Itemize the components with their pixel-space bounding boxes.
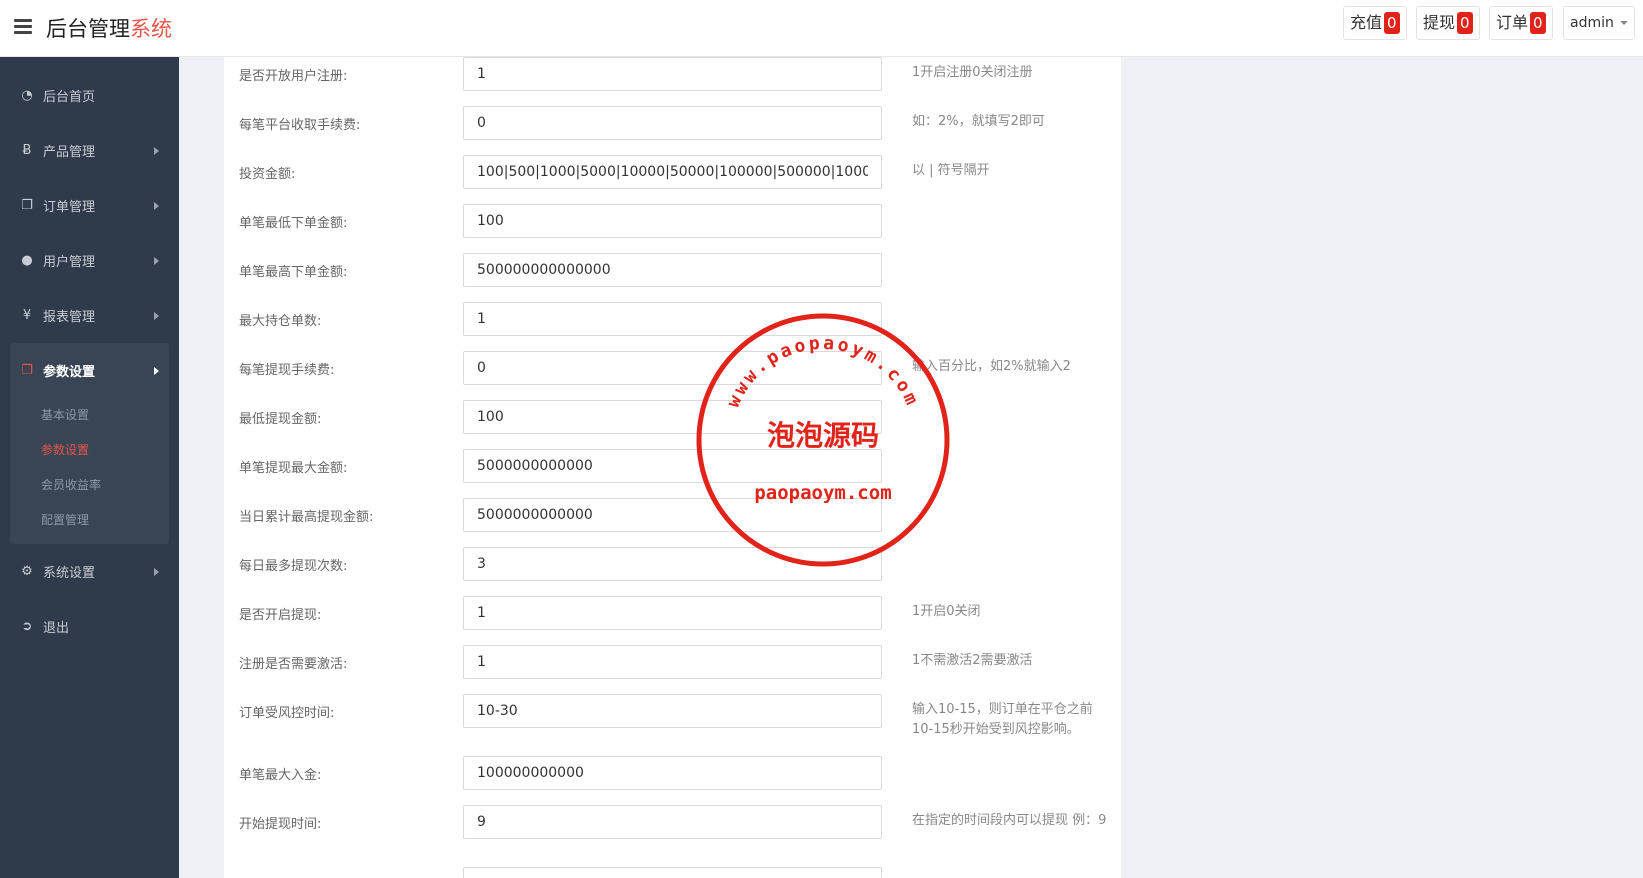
sidebar-item-users[interactable]: ● 用户管理 [0,233,179,288]
bitcoin-icon: Ƀ [22,143,32,158]
sidebar-item-logout[interactable]: ➲ 退出 [0,599,179,654]
sidebar-item-products[interactable]: Ƀ 产品管理 [0,123,179,178]
sidebar-subnav: 基本设置 参数设置 会员收益率 配置管理 [10,398,169,544]
sidebar-item-system[interactable]: ⚙ 系统设置 [0,544,179,599]
field-label: 订单受风控时间: [239,706,335,721]
sidebar-item-label: 订单管理 [43,200,96,215]
subnav-item-params[interactable]: 参数设置 [10,433,169,468]
field-label: 投资金额: [239,167,296,182]
field-label: 是否开放用户注册: [239,69,348,84]
sidebar-item-label: 参数设置 [43,365,96,380]
subnav-item-basic[interactable]: 基本设置 [10,398,169,433]
recharge-label: 充值 [1350,13,1383,32]
field-hint: 在指定的时间段内可以提现 例：9 [912,813,1107,828]
recharge-button[interactable]: 充值 0 [1343,6,1407,40]
field-input[interactable] [463,253,882,287]
field-label: 单笔最低下单金额: [239,216,348,231]
subnav-item-config[interactable]: 配置管理 [10,503,169,538]
field-hint: 以 | 符号隔开 [912,163,990,178]
field-hint: 输入百分比，如2%就输入2 [912,359,1071,374]
menu-toggle-icon[interactable] [14,19,32,35]
field-label: 注册是否需要激活: [239,657,348,672]
sidebar-item-orders[interactable]: ❐ 订单管理 [0,178,179,233]
field-input[interactable] [463,106,882,140]
field-input[interactable] [463,57,882,91]
field-input[interactable] [463,547,882,581]
field-label: 当日累计最高提现金额: [239,510,374,525]
field-hint: 如：2%，就填写2即可 [912,114,1045,129]
field-input[interactable] [463,694,882,728]
field-label: 最低提现金额: [239,412,322,427]
field-input[interactable] [463,302,882,336]
field-input[interactable] [463,596,882,630]
subnav-item-member-rate[interactable]: 会员收益率 [10,468,169,503]
field-label: 是否开启提现: [239,608,322,623]
copy-icon: ❐ [21,363,33,378]
field-input[interactable] [463,351,882,385]
top-header: 后台管理系统 充值 0 提现 0 订单 0 admin [0,0,1643,57]
chevron-right-icon [154,202,159,210]
chevron-right-icon [154,312,159,320]
sidebar-item-reports[interactable]: ¥ 报表管理 [0,288,179,343]
sidebar: ◔ 后台首页 Ƀ 产品管理 ❐ 订单管理 ● 用户管理 ¥ 报表管理 ❐ 参数设… [0,57,179,878]
sidebar-item-label: 报表管理 [43,310,96,325]
field-input[interactable] [463,498,882,532]
withdraw-label: 提现 [1423,13,1456,32]
field-hint: 1开启0关闭 [912,604,981,619]
gears-icon: ⚙ [21,564,33,579]
brand-title: 后台管理系统 [46,13,172,43]
field-input[interactable] [463,204,882,238]
field-hint: 输入10-15，则订单在平仓之前10-15秒开始受到风控影响。 [912,702,1093,737]
field-hint: 1不需激活2需要激活 [912,653,1033,668]
brand-accent: 系统 [130,17,172,41]
field-input[interactable] [463,867,882,878]
chevron-right-icon [154,568,159,576]
withdraw-button[interactable]: 提现 0 [1416,6,1480,40]
field-label: 每笔平台收取手续费: [239,118,361,133]
chevron-right-icon [154,147,159,155]
sidebar-item-label: 产品管理 [43,145,96,160]
field-input[interactable] [463,400,882,434]
sign-out-icon: ➲ [21,619,33,634]
field-label: 每日最多提现次数: [239,559,348,574]
sidebar-item-label: 系统设置 [43,566,96,581]
sidebar-item-label: 退出 [43,621,70,636]
sidebar-item-label: 后台首页 [43,90,96,105]
field-input[interactable] [463,449,882,483]
field-input[interactable] [463,805,882,839]
dashboard-icon: ◔ [21,88,33,103]
caret-down-icon [1619,21,1628,25]
order-count-badge: 0 [1530,12,1546,34]
user-icon: ● [21,253,33,268]
field-label: 开始提现时间: [239,817,322,832]
order-label: 订单 [1496,13,1529,32]
order-button[interactable]: 订单 0 [1489,6,1553,40]
field-label: 最大持仓单数: [239,314,322,329]
admin-username: admin [1570,15,1614,31]
field-label: 单笔最大入金: [239,768,322,783]
sidebar-item-label: 用户管理 [43,255,96,270]
field-input[interactable] [463,756,882,790]
brand-main: 后台管理 [46,17,130,41]
field-input[interactable] [463,155,882,189]
chevron-right-icon [154,367,159,375]
admin-dropdown[interactable]: admin [1563,6,1635,40]
copy-icon: ❐ [21,198,33,213]
yen-icon: ¥ [22,308,32,323]
field-label: 单笔最高下单金额: [239,265,348,280]
chevron-right-icon [154,257,159,265]
sidebar-group-params: ❐ 参数设置 基本设置 参数设置 会员收益率 配置管理 [10,343,169,544]
field-input[interactable] [463,645,882,679]
field-label: 每笔提现手续费: [239,363,335,378]
recharge-count-badge: 0 [1384,12,1400,34]
settings-form-panel: 是否开放用户注册: 1开启注册0关闭注册 每笔平台收取手续费: 如：2%，就填写… [224,57,1121,878]
field-label: 单笔提现最大金额: [239,461,348,476]
sidebar-item-dashboard[interactable]: ◔ 后台首页 [0,68,179,123]
sidebar-item-params[interactable]: ❐ 参数设置 [10,343,169,398]
withdraw-count-badge: 0 [1457,12,1473,34]
field-hint: 1开启注册0关闭注册 [912,65,1033,80]
